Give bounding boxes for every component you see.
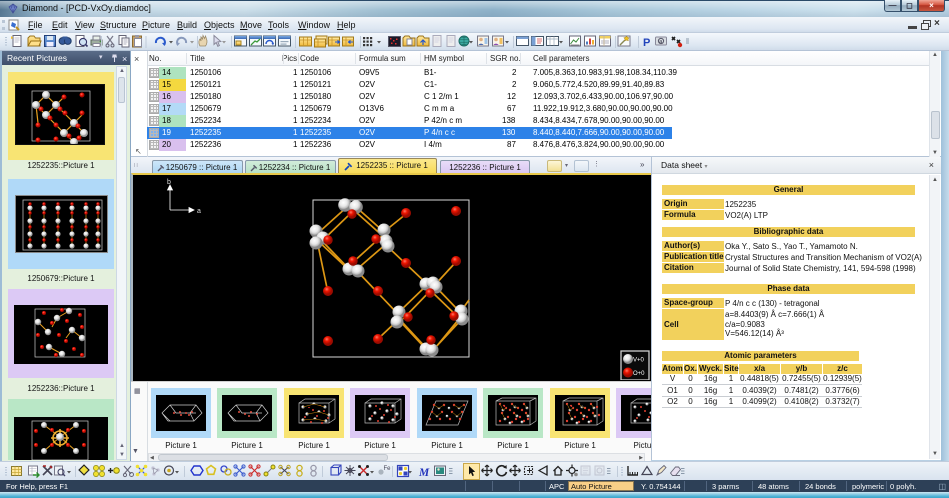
svg-text:V+0: V+0 <box>633 358 645 364</box>
svg-text:O+0: O+0 <box>633 371 645 377</box>
svg-text:M: M <box>418 467 430 479</box>
svg-text:a: a <box>197 208 201 215</box>
svg-text:b: b <box>167 179 171 186</box>
svg-text:Fe: Fe <box>384 466 392 472</box>
svg-text:P: P <box>643 37 650 49</box>
